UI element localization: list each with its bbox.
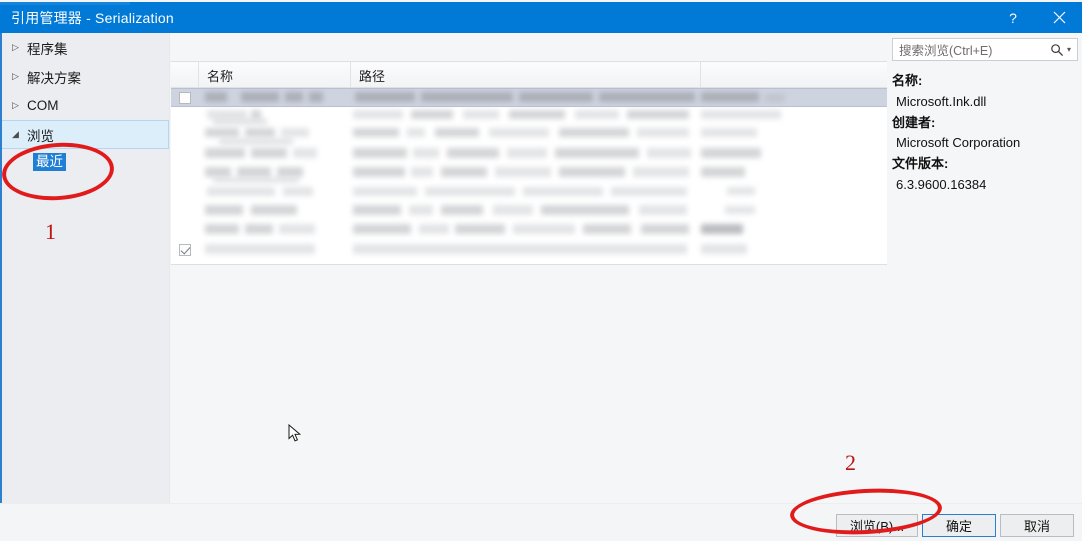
sidebar-item-label: 最近 [33, 152, 66, 172]
sidebar-item-label: 浏览 [27, 128, 54, 144]
row-path-redacted [351, 88, 701, 107]
column-header-checkbox[interactable] [171, 62, 199, 88]
search-placeholder: 搜索浏览(Ctrl+E) [899, 44, 993, 58]
table-row[interactable] [171, 126, 888, 145]
details-pane: 搜索浏览(Ctrl+E) ▾ 名称: Microsoft.Ink.dll 创建者… [887, 33, 1082, 503]
cancel-button[interactable]: 取消 [1000, 514, 1074, 537]
row-extra-redacted [701, 240, 888, 259]
table-row[interactable] [171, 202, 888, 221]
row-checkbox-cell[interactable] [171, 221, 199, 240]
chevron-right-icon: ▷ [12, 42, 19, 52]
table-row[interactable] [171, 240, 888, 259]
row-path-redacted [351, 240, 701, 259]
detail-name-label: 名称: [892, 73, 923, 88]
dialog-footer: 浏览(B)... 确定 取消 [0, 503, 1082, 541]
row-name-redacted [199, 88, 351, 107]
reference-manager-dialog: 引用管理器 - Serialization ? ▷ 程序集 ▷ 解决方案 ▷ C… [0, 0, 1082, 541]
checkbox-unchecked-icon[interactable] [179, 91, 191, 104]
mouse-cursor [288, 423, 302, 449]
row-path-redacted [351, 202, 701, 221]
row-checkbox-cell[interactable] [171, 164, 199, 183]
table-row[interactable] [171, 88, 888, 107]
column-header-extra[interactable] [701, 62, 888, 88]
chevron-right-icon: ▷ [12, 100, 19, 110]
row-checkbox-cell[interactable] [171, 183, 199, 202]
row-path-redacted [351, 221, 701, 240]
row-name-redacted [199, 107, 351, 126]
row-checkbox-cell[interactable] [171, 126, 199, 145]
detail-version-value: 6.3.9600.16384 [896, 176, 987, 192]
chevron-right-icon: ▷ [12, 71, 19, 81]
checkbox-checked-icon[interactable] [179, 243, 191, 256]
row-extra-redacted [701, 88, 888, 107]
table-row[interactable] [171, 221, 888, 240]
category-sidebar: ▷ 程序集 ▷ 解决方案 ▷ COM ◢ 浏览 最近 [2, 33, 170, 503]
title-bar-notch [0, 2, 130, 5]
chevron-down-icon: ◢ [12, 129, 19, 139]
sidebar-item-solution[interactable]: ▷ 解决方案 [2, 62, 169, 91]
row-path-redacted [351, 183, 701, 202]
row-checkbox-cell[interactable] [171, 88, 199, 107]
row-extra-redacted [701, 183, 888, 202]
assembly-details: 名称: Microsoft.Ink.dll 创建者: Microsoft Cor… [892, 71, 1080, 196]
row-extra-redacted [701, 164, 888, 183]
table-row[interactable] [171, 164, 888, 183]
row-name-redacted [199, 240, 351, 259]
row-path-redacted [351, 107, 701, 126]
row-name-redacted [199, 221, 351, 240]
close-icon [1053, 11, 1065, 24]
search-icon[interactable] [1050, 43, 1067, 57]
table-row[interactable] [171, 183, 888, 202]
detail-creator-label: 创建者: [892, 114, 936, 130]
row-name-redacted [199, 145, 351, 164]
detail-name-value: Microsoft.Ink.dll [896, 93, 987, 109]
row-name-redacted [199, 183, 351, 202]
row-path-redacted [351, 164, 701, 183]
browse-button[interactable]: 浏览(B)... [836, 514, 918, 537]
row-path-redacted [351, 126, 701, 145]
search-input[interactable]: 搜索浏览(Ctrl+E) ▾ [892, 38, 1078, 61]
sidebar-item-label: COM [27, 98, 59, 113]
sidebar-item-assemblies[interactable]: ▷ 程序集 [2, 33, 169, 62]
ok-button[interactable]: 确定 [922, 514, 996, 537]
row-extra-redacted [701, 202, 888, 221]
window-title: 引用管理器 - Serialization [11, 9, 174, 26]
window-controls: ? [990, 2, 1082, 33]
column-header-path[interactable]: 路径 [351, 62, 701, 88]
list-body [171, 88, 888, 259]
magnifier-icon [1051, 43, 1064, 56]
row-checkbox-cell[interactable] [171, 107, 199, 126]
sidebar-item-com[interactable]: ▷ COM [2, 91, 169, 120]
row-checkbox-cell[interactable] [171, 240, 199, 259]
table-row[interactable] [171, 107, 888, 126]
table-row[interactable] [171, 145, 888, 164]
list-header-row: 名称 路径 [171, 62, 888, 88]
sidebar-item-recent[interactable]: 最近 [2, 149, 169, 175]
browse-content-pane: 名称 路径 [171, 33, 888, 503]
arrow-cursor-icon [288, 423, 302, 442]
row-checkbox-cell[interactable] [171, 202, 199, 221]
detail-creator-value: Microsoft Corporation [896, 135, 1021, 151]
row-checkbox-cell[interactable] [171, 145, 199, 164]
close-button[interactable] [1036, 2, 1082, 33]
search-dropdown-caret-icon[interactable]: ▾ [1067, 45, 1077, 54]
row-extra-redacted [701, 221, 888, 240]
row-extra-redacted [701, 145, 888, 164]
row-name-redacted [199, 164, 351, 183]
row-name-redacted [199, 202, 351, 221]
sidebar-item-label: 程序集 [27, 41, 68, 57]
reference-list: 名称 路径 [171, 61, 888, 265]
help-button[interactable]: ? [990, 2, 1036, 33]
sidebar-item-browse[interactable]: ◢ 浏览 [2, 120, 169, 149]
column-header-name[interactable]: 名称 [199, 62, 351, 88]
row-path-redacted [351, 145, 701, 164]
detail-version-label: 文件版本: [892, 156, 949, 172]
title-bar: 引用管理器 - Serialization ? [0, 2, 1082, 33]
sidebar-item-label: 解决方案 [27, 70, 81, 86]
row-name-redacted [199, 126, 351, 145]
row-extra-redacted [701, 107, 888, 126]
row-extra-redacted [701, 126, 888, 145]
